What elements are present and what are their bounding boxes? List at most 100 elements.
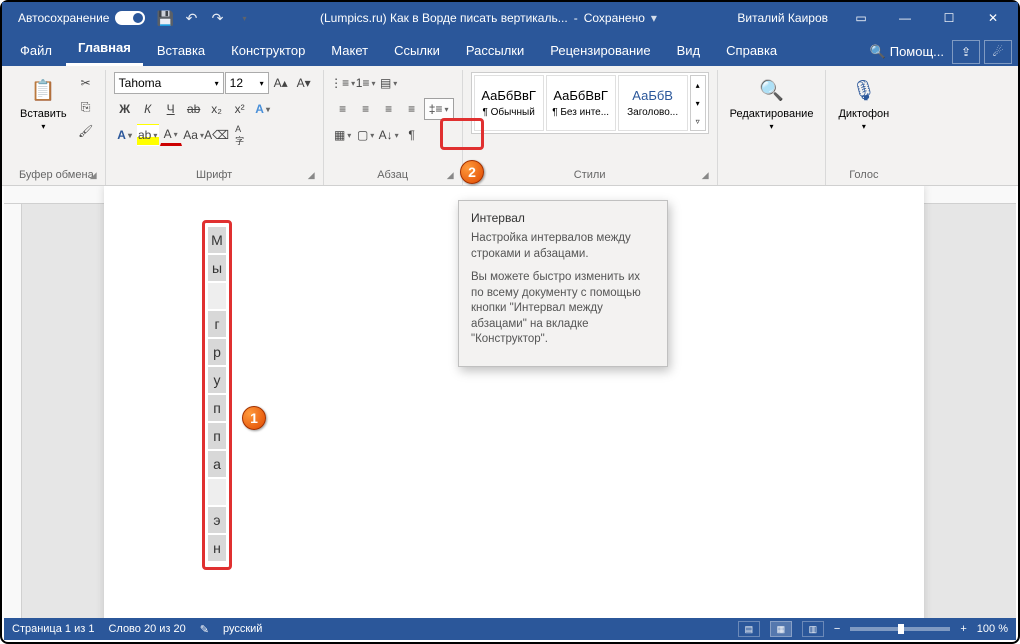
tab-view[interactable]: Вид [665,37,713,66]
char: а [208,451,226,477]
web-layout-icon[interactable]: ▥ [802,621,824,637]
maximize-icon[interactable]: ☐ [928,2,970,34]
clipboard-label: Буфер обмена [19,169,94,181]
styles-more[interactable]: ▴▾▿ [690,75,706,131]
font-size-combo[interactable]: 12▾ [225,72,269,94]
align-center-icon[interactable]: ≡ [355,98,377,120]
launcher-icon[interactable]: ◢ [447,170,454,181]
grow-font-icon[interactable]: A▴ [270,72,292,94]
group-clipboard: 📋 Вставить ▾ ✂ ⎘ 🖌 Буфер обмена◢ [8,70,106,185]
highlight-icon[interactable]: ab [137,124,159,146]
char: э [208,507,226,533]
paste-button[interactable]: 📋 Вставить ▾ [16,72,71,133]
search-icon: 🔍 [870,44,886,59]
user-name[interactable]: Виталий Каиров [737,11,828,25]
char: р [208,339,226,365]
italic-button[interactable]: К [137,98,159,120]
dictate-button[interactable]: 🎙 Диктофон ▾ [834,72,893,133]
underline-button[interactable]: Ч [160,98,182,120]
show-marks-icon[interactable]: ¶ [401,124,423,146]
style-normal[interactable]: АаБбВвГ ¶ Обычный [474,75,544,131]
status-words[interactable]: Слово 20 из 20 [108,623,185,635]
line-spacing-button[interactable]: ‡≡ [424,98,454,120]
print-layout-icon[interactable]: ▦ [770,621,792,637]
callout-2: 2 [460,160,484,184]
status-language[interactable]: русский [223,623,262,635]
launcher-icon[interactable]: ◢ [702,170,709,181]
strike-button[interactable]: ab [183,98,205,120]
autosave-toggle[interactable]: Автосохранение [18,11,145,25]
shading-icon[interactable]: ▦ [332,124,354,146]
minimize-icon[interactable]: — [884,2,926,34]
format-painter-icon[interactable]: 🖌 [75,120,97,142]
zoom-out-icon[interactable]: − [834,623,840,635]
text-effect2-icon[interactable]: A [114,124,136,146]
ribbon: 📋 Вставить ▾ ✂ ⎘ 🖌 Буфер обмена◢ Tahoma▾… [2,66,1018,186]
numbering-icon[interactable]: 1≡ [355,72,377,94]
phonetic-icon[interactable]: A字 [229,124,251,146]
zoom-in-icon[interactable]: + [960,623,966,635]
copy-icon[interactable]: ⎘ [75,96,97,118]
tab-review[interactable]: Рецензирование [538,37,662,66]
status-page[interactable]: Страница 1 из 1 [12,623,94,635]
tab-references[interactable]: Ссылки [382,37,452,66]
char: п [208,395,226,421]
save-icon[interactable]: 💾 [157,10,173,26]
undo-icon[interactable]: ↶ [183,10,199,26]
read-mode-icon[interactable]: ▤ [738,621,760,637]
tab-design[interactable]: Конструктор [219,37,317,66]
autosave-label: Автосохранение [18,11,109,25]
char [208,283,226,309]
char: ы [208,255,226,281]
font-color-icon[interactable]: A [160,124,182,146]
launcher-icon[interactable]: ◢ [308,170,315,181]
zoom-value[interactable]: 100 % [977,623,1008,635]
zoom-slider[interactable] [850,627,950,631]
close-icon[interactable]: ✕ [972,2,1014,34]
tab-help[interactable]: Справка [714,37,789,66]
qat-more-icon[interactable] [235,10,251,26]
group-font: Tahoma▾ 12▾ A▴ A▾ Ж К Ч ab x₂ x² A A ab … [106,70,324,185]
statusbar: Страница 1 из 1 Слово 20 из 20 ✎ русский… [4,618,1016,640]
ribbon-tabs: Файл Главная Вставка Конструктор Макет С… [2,34,1018,66]
bullets-icon[interactable]: ⋮≡ [332,72,354,94]
styles-gallery: АаБбВвГ ¶ Обычный АаБбВвГ ¶ Без инте... … [471,72,709,134]
tooltip-line-spacing: Интервал Настройка интервалов между стро… [458,200,668,367]
vertical-text-selection: М ы г р у п п а э н [202,220,232,570]
sort-icon[interactable]: A↓ [378,124,400,146]
tab-home[interactable]: Главная [66,34,143,66]
share-button[interactable]: ⇪ [952,40,980,64]
tab-mailings[interactable]: Рассылки [454,37,536,66]
align-right-icon[interactable]: ≡ [378,98,400,120]
text-effects-icon[interactable]: A [252,98,274,120]
tell-me[interactable]: Помощ... [890,44,944,59]
superscript-button[interactable]: x² [229,98,251,120]
style-no-spacing[interactable]: АаБбВвГ ¶ Без инте... [546,75,616,131]
clear-fmt-icon[interactable]: A⌫ [206,124,228,146]
redo-icon[interactable]: ↷ [209,10,225,26]
multilevel-icon[interactable]: ▤ [378,72,400,94]
align-left-icon[interactable]: ≡ [332,98,354,120]
launcher-icon[interactable]: ◢ [90,170,97,181]
cut-icon[interactable]: ✂ [75,72,97,94]
tab-insert[interactable]: Вставка [145,37,217,66]
justify-icon[interactable]: ≡ [401,98,423,120]
shrink-font-icon[interactable]: A▾ [293,72,315,94]
change-case-icon[interactable]: Aa [183,124,205,146]
tooltip-text: Настройка интервалов между строками и аб… [471,231,655,262]
search-icon: 🔍 [756,74,788,106]
tab-file[interactable]: Файл [8,37,64,66]
subscript-button[interactable]: x₂ [206,98,228,120]
proofing-icon[interactable]: ✎ [200,623,209,636]
tab-layout[interactable]: Макет [319,37,380,66]
comments-button[interactable]: ☄ [984,40,1012,64]
paste-label: Вставить [20,108,67,120]
font-name-combo[interactable]: Tahoma▾ [114,72,224,94]
borders-icon[interactable]: ▢ [355,124,377,146]
ribbon-display-icon[interactable]: ▭ [840,2,882,34]
style-heading1[interactable]: АаБбВ Заголово... [618,75,688,131]
editing-button[interactable]: 🔍 Редактирование ▾ [726,72,818,133]
bold-button[interactable]: Ж [114,98,136,120]
paste-icon: 📋 [27,74,59,106]
vertical-ruler[interactable] [4,204,22,618]
